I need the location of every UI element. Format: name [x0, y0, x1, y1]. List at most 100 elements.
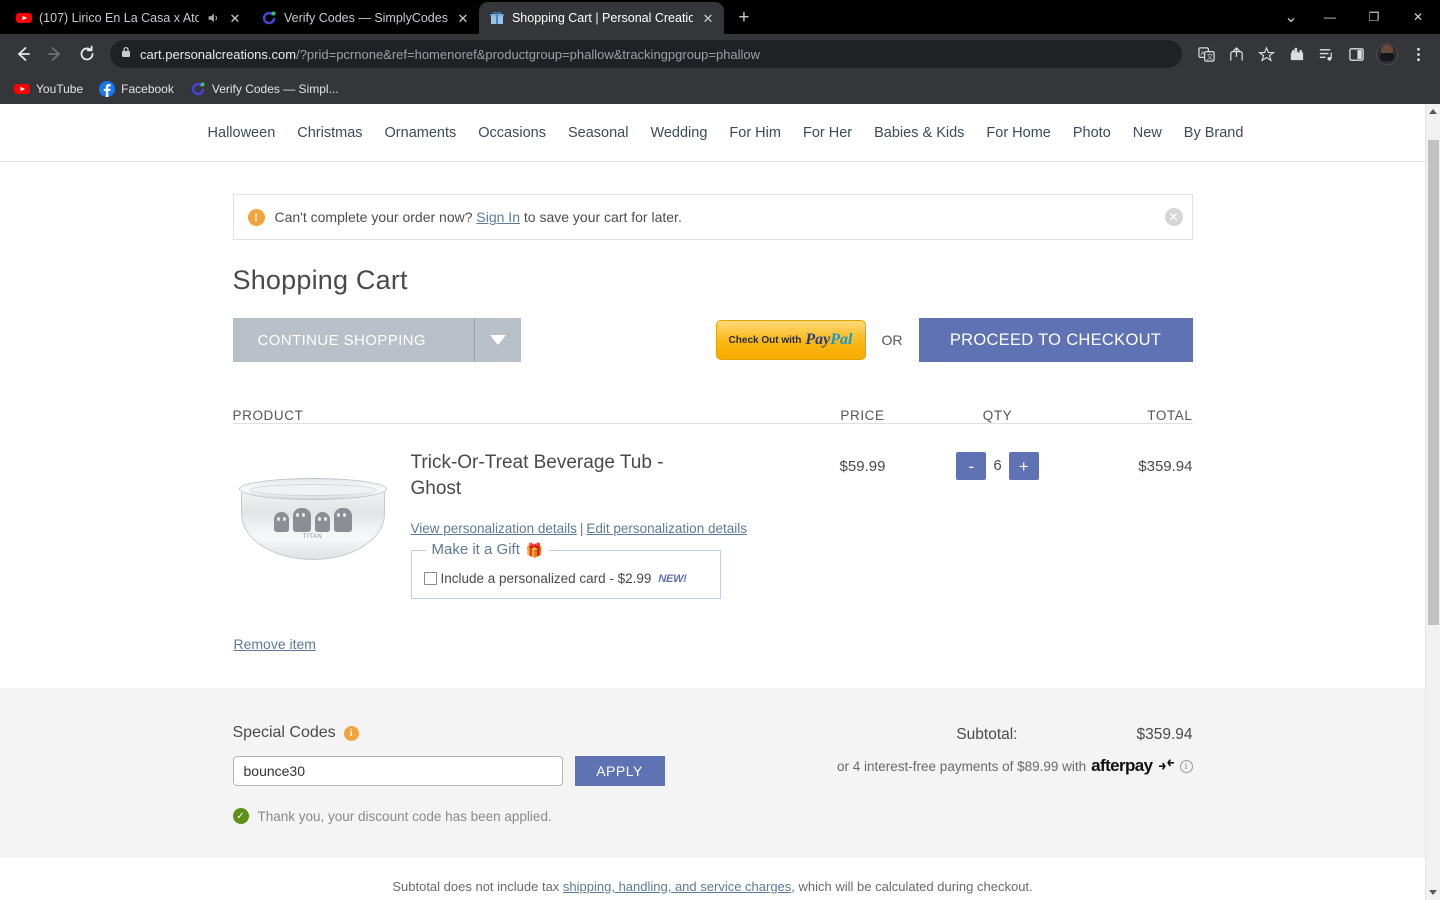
- view-personalization-link[interactable]: View personalization details: [411, 521, 577, 536]
- nav-item-babies-kids[interactable]: Babies & Kids: [874, 125, 964, 141]
- bookmark-star-icon[interactable]: [1252, 40, 1280, 68]
- browser-tab-simplycodes[interactable]: Verify Codes — SimplyCodes ✕: [251, 2, 479, 34]
- paypal-checkout-button[interactable]: Check Out with PayPal: [715, 320, 866, 360]
- edit-personalization-link[interactable]: Edit personalization details: [586, 521, 747, 536]
- afterpay-logo: afterpay: [1091, 756, 1153, 775]
- back-button[interactable]: [8, 39, 38, 69]
- close-window-button[interactable]: ✕: [1396, 4, 1440, 30]
- cart-container: ! Can't complete your order now? Sign In…: [232, 194, 1193, 670]
- afterpay-text: or 4 interest-free payments of $89.99 wi…: [837, 758, 1087, 774]
- sign-in-link[interactable]: Sign In: [476, 209, 520, 225]
- tab-close-icon[interactable]: ✕: [227, 10, 243, 26]
- tab-search-chevron-down-icon[interactable]: ⌄: [1274, 0, 1308, 34]
- proceed-to-checkout-button[interactable]: PROCEED TO CHECKOUT: [918, 318, 1193, 362]
- checkout-group: Check Out with PayPal OR PROCEED TO CHEC…: [715, 318, 1193, 362]
- scrollbar-down-arrow[interactable]: [1426, 885, 1440, 900]
- close-icon[interactable]: ✕: [1164, 208, 1183, 226]
- lock-icon: [120, 45, 132, 63]
- svg-text:文: 文: [1206, 52, 1213, 61]
- scrollbar-up-arrow[interactable]: [1426, 104, 1440, 119]
- product-image-caption: TITAN: [302, 534, 323, 540]
- reading-list-icon[interactable]: [1312, 40, 1340, 68]
- restore-button[interactable]: ❐: [1352, 4, 1396, 30]
- site-navigation: Halloween Christmas Ornaments Occasions …: [0, 104, 1425, 162]
- disclaimer-line1-after: , which will be calculated during checko…: [791, 879, 1033, 894]
- apply-code-button[interactable]: APPLY: [574, 756, 665, 786]
- simplycodes-icon: [190, 81, 206, 97]
- profile-avatar[interactable]: [1376, 43, 1398, 65]
- scrollbar-thumb[interactable]: [1428, 140, 1439, 625]
- continue-shopping-dropdown-button[interactable]: [474, 318, 521, 362]
- nav-item-for-him[interactable]: For Him: [729, 125, 781, 141]
- nav-item-wedding[interactable]: Wedding: [650, 125, 707, 141]
- product-info-cell: Trick-Or-Treat Beverage Tub - Ghost View…: [409, 450, 793, 654]
- cart-actions-top: CONTINUE SHOPPING Check Out with PayPal …: [232, 318, 1193, 362]
- browser-tab-title: Shopping Cart | Personal Creations: [511, 11, 693, 25]
- nav-item-ornaments[interactable]: Ornaments: [385, 125, 457, 141]
- gift-box-legend: Make it a Gift 🎁: [425, 541, 550, 559]
- disclaimer-line1-before: Subtotal does not include tax: [392, 879, 560, 894]
- special-code-input[interactable]: [232, 756, 563, 786]
- info-icon[interactable]: i: [343, 725, 359, 741]
- cart-table-header: PRODUCT PRICE QTY TOTAL: [232, 388, 1193, 424]
- nav-item-for-home[interactable]: For Home: [986, 125, 1050, 141]
- paypal-logo: PayPal: [805, 331, 852, 349]
- nav-item-halloween[interactable]: Halloween: [208, 125, 276, 141]
- afterpay-info-icon[interactable]: i: [1179, 759, 1193, 773]
- extensions-puzzle-icon[interactable]: [1282, 40, 1310, 68]
- nav-item-seasonal[interactable]: Seasonal: [568, 125, 628, 141]
- quantity-decrease-button[interactable]: -: [956, 452, 987, 480]
- tab-close-icon[interactable]: ✕: [455, 10, 471, 26]
- reload-button[interactable]: [72, 39, 102, 69]
- exclamation-icon: !: [247, 208, 265, 226]
- quantity-increase-button[interactable]: +: [1008, 452, 1039, 480]
- checkout-disclaimer: Subtotal does not include tax shipping, …: [233, 878, 1193, 900]
- product-image[interactable]: TITAN: [238, 478, 387, 560]
- product-name[interactable]: Trick-Or-Treat Beverage Tub - Ghost: [411, 450, 696, 501]
- browser-tab-shopping-cart[interactable]: Shopping Cart | Personal Creations ✕: [478, 2, 724, 34]
- paypal-prefix-label: Check Out with: [728, 334, 802, 346]
- alert-text-after: to save your cart for later.: [523, 209, 682, 225]
- nav-item-for-her[interactable]: For Her: [803, 125, 852, 141]
- tab-close-icon[interactable]: ✕: [700, 10, 716, 26]
- browser-toolbar: cart.personalcreations.com/?prid=pcrnone…: [0, 34, 1440, 74]
- code-applied-status: ✓ Thank you, your discount code has been…: [232, 808, 703, 824]
- toolbar-actions: A文: [1192, 40, 1432, 68]
- quantity-value[interactable]: 6: [993, 452, 1001, 480]
- nav-item-by-brand[interactable]: By Brand: [1184, 125, 1244, 141]
- bookmark-simplycodes[interactable]: Verify Codes — Simpl...: [190, 81, 339, 97]
- personalized-card-option[interactable]: Include a personalized card - $2.99 NEW!: [423, 571, 708, 586]
- forward-button[interactable]: [40, 39, 70, 69]
- tab-strip: (107) Lirico En La Casa x Atomic ✕ Verif…: [0, 0, 1440, 34]
- nav-item-christmas[interactable]: Christmas: [297, 125, 362, 141]
- personalized-card-checkbox[interactable]: [423, 572, 437, 586]
- browser-tab-youtube[interactable]: (107) Lirico En La Casa x Atomic ✕: [6, 2, 251, 34]
- nav-item-occasions[interactable]: Occasions: [478, 125, 546, 141]
- side-panel-icon[interactable]: [1342, 40, 1370, 68]
- bookmark-label: YouTube: [36, 82, 84, 96]
- page-viewport: Halloween Christmas Ornaments Occasions …: [0, 104, 1440, 900]
- new-tab-button[interactable]: +: [730, 4, 758, 32]
- tab-audio-icon[interactable]: [206, 11, 220, 25]
- bookmark-facebook[interactable]: Facebook: [99, 81, 174, 97]
- special-codes-text: Special Codes: [232, 724, 336, 741]
- signin-alert-banner: ! Can't complete your order now? Sign In…: [232, 194, 1193, 240]
- address-bar[interactable]: cart.personalcreations.com/?prid=pcrnone…: [110, 40, 1182, 68]
- chrome-menu-icon[interactable]: [1404, 40, 1432, 68]
- remove-item-link[interactable]: Remove item: [234, 636, 316, 652]
- continue-shopping-button[interactable]: CONTINUE SHOPPING: [232, 318, 475, 362]
- page-scrollbar[interactable]: [1425, 104, 1440, 900]
- facebook-icon: [99, 81, 116, 97]
- personalization-links: View personalization details | Edit person…: [411, 521, 793, 536]
- nav-item-new[interactable]: New: [1133, 125, 1162, 141]
- translate-icon[interactable]: A文: [1192, 40, 1220, 68]
- nav-item-photo[interactable]: Photo: [1073, 125, 1111, 141]
- code-applied-message: Thank you, your discount code has been a…: [257, 808, 552, 824]
- shipping-charges-link[interactable]: shipping, handling, and service charges: [563, 879, 791, 894]
- address-bar-url: cart.personalcreations.com/?prid=pcrnone…: [140, 47, 760, 62]
- page-title: Shopping Cart: [232, 265, 408, 295]
- minimize-button[interactable]: —: [1308, 4, 1352, 30]
- share-icon[interactable]: [1222, 40, 1250, 68]
- bookmark-youtube[interactable]: YouTube: [14, 81, 83, 97]
- browser-tab-title: Verify Codes — SimplyCodes: [284, 11, 448, 25]
